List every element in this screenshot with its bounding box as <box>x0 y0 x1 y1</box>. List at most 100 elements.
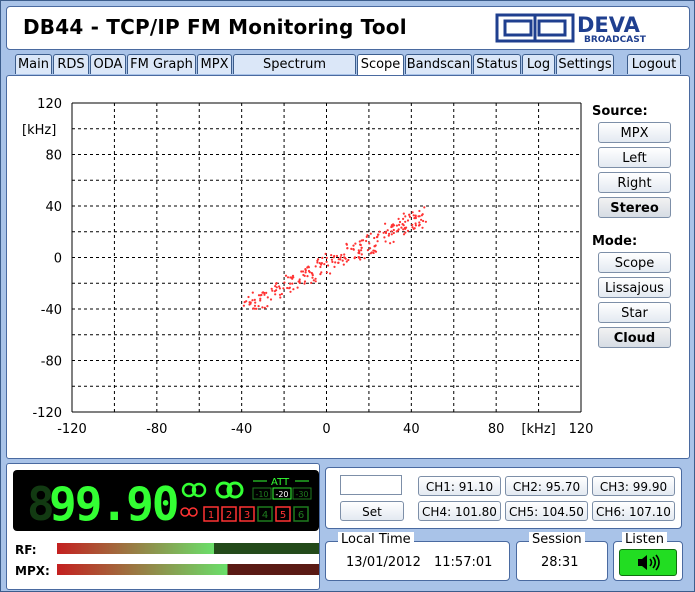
scope-point <box>392 231 395 235</box>
scope-point <box>411 211 414 214</box>
scope-point <box>291 274 295 277</box>
scope-point <box>374 244 377 247</box>
y-tick-label: -80 <box>41 355 62 370</box>
svg-text:6: 6 <box>298 510 304 521</box>
app-header: DB44 - TCP/IP FM Monitoring Tool DEVA BR… <box>6 6 690 50</box>
scope-point <box>392 240 395 243</box>
scope-point <box>390 230 393 233</box>
att-label: ATT <box>271 477 290 488</box>
y-tick-label: 80 <box>45 149 62 164</box>
scope-point <box>384 222 387 225</box>
tab-spectrum-analyzer[interactable]: Spectrum Analyzer <box>233 54 356 92</box>
scope-point <box>332 256 335 259</box>
att-options[interactable]: -10 -20 -30 <box>252 487 312 500</box>
scope-chart: 120 80 40 0 -40 -80 -120 [kHz] -120 -80 -40 0 40 80 [k… <box>22 97 593 437</box>
scope-point <box>411 223 414 226</box>
scope-point <box>325 260 328 263</box>
x-tick-label: -80 <box>146 422 167 437</box>
scope-point <box>245 300 248 303</box>
scope-point <box>358 250 361 253</box>
scope-point <box>421 226 424 229</box>
scope-point <box>422 219 425 223</box>
ch3-button[interactable]: CH3: 99.90 <box>592 476 675 496</box>
tab-settings[interactable]: Settings <box>556 54 614 74</box>
scope-point <box>303 274 306 277</box>
scope-point <box>373 236 376 240</box>
set-button[interactable]: Set <box>340 501 404 521</box>
scope-point <box>291 282 294 285</box>
x-tick-label: -120 <box>57 422 87 437</box>
scope-point <box>417 224 421 227</box>
tab-log[interactable]: Log <box>522 54 555 74</box>
scope-point <box>274 293 277 296</box>
ch5-button[interactable]: CH5: 104.50 <box>505 501 588 521</box>
scope-point <box>420 218 423 221</box>
tab-oda[interactable]: ODA <box>90 54 126 74</box>
scope-point <box>260 293 263 297</box>
scope-point <box>369 252 372 255</box>
listen-box: Listen <box>613 532 683 581</box>
scope-point <box>284 274 288 277</box>
svg-text:3: 3 <box>244 510 250 521</box>
scope-point <box>251 291 254 294</box>
scope-point <box>283 281 286 284</box>
scope-point <box>274 285 277 288</box>
channel-boxes: 1 2 3 4 5 6 <box>203 506 309 522</box>
mode-star-button[interactable]: Star <box>598 302 671 323</box>
scope-point <box>314 265 317 268</box>
tab-rds[interactable]: RDS <box>53 54 89 74</box>
scope-point <box>320 271 323 274</box>
tab-bandscan[interactable]: Bandscan <box>405 54 472 74</box>
ch2-button[interactable]: CH2: 95.70 <box>505 476 588 496</box>
scope-point <box>311 272 314 275</box>
scope-point <box>402 212 405 215</box>
scope-point <box>346 247 349 250</box>
tab-scope[interactable]: Scope <box>357 54 404 76</box>
scope-point <box>421 213 424 216</box>
mode-scope-button[interactable]: Scope <box>598 252 671 273</box>
tab-mpx[interactable]: MPX <box>197 54 232 74</box>
scope-point <box>330 258 333 261</box>
stereo-icon <box>181 482 207 498</box>
mode-cloud-button[interactable]: Cloud <box>598 327 671 348</box>
scope-point <box>263 291 266 295</box>
scope-point <box>337 261 340 264</box>
scope-point <box>320 263 323 266</box>
scope-point <box>270 287 273 290</box>
mpx-meter <box>57 564 319 575</box>
scope-point <box>253 298 256 301</box>
source-mpx-button[interactable]: MPX <box>598 122 671 143</box>
tab-fm-graph[interactable]: FM Graph <box>127 54 196 74</box>
tab-status[interactable]: Status <box>473 54 521 74</box>
source-right-button[interactable]: Right <box>598 172 671 193</box>
scope-point <box>335 254 339 258</box>
mode-lissajous-button[interactable]: Lissajous <box>598 277 671 298</box>
ch1-button[interactable]: CH1: 91.10 <box>418 476 501 496</box>
frequency-input[interactable] <box>340 475 402 495</box>
scope-point <box>319 265 322 269</box>
tab-main[interactable]: Main <box>15 54 52 74</box>
scope-point <box>341 259 344 262</box>
scope-panel: 120 80 40 0 -40 -80 -120 [kHz] -120 -80 -40 0 40 80 [k… <box>6 75 690 459</box>
ch4-button[interactable]: CH4: 101.80 <box>418 501 501 521</box>
listen-button[interactable] <box>619 549 677 576</box>
source-left-button[interactable]: Left <box>598 147 671 168</box>
local-date: 13/01/2012 <box>346 555 421 570</box>
y-tick-label: 120 <box>37 97 62 112</box>
ch6-button[interactable]: CH6: 107.10 <box>592 501 675 521</box>
scope-point <box>340 253 343 257</box>
scope-point <box>365 239 368 243</box>
scope-point <box>298 278 301 281</box>
scope-point <box>257 305 260 308</box>
local-time-box: Local Time 13/01/2012 11:57:01 <box>325 532 510 581</box>
scope-point <box>259 299 262 302</box>
source-stereo-button[interactable]: Stereo <box>598 197 671 218</box>
scope-point <box>401 223 404 226</box>
scope-point <box>360 246 363 249</box>
scope-point <box>417 215 420 218</box>
scope-point <box>372 249 375 252</box>
scope-point <box>359 243 362 246</box>
tab-logout[interactable]: Logout <box>627 54 681 74</box>
scope-point <box>307 269 311 273</box>
mode-label: Mode: <box>592 234 638 249</box>
